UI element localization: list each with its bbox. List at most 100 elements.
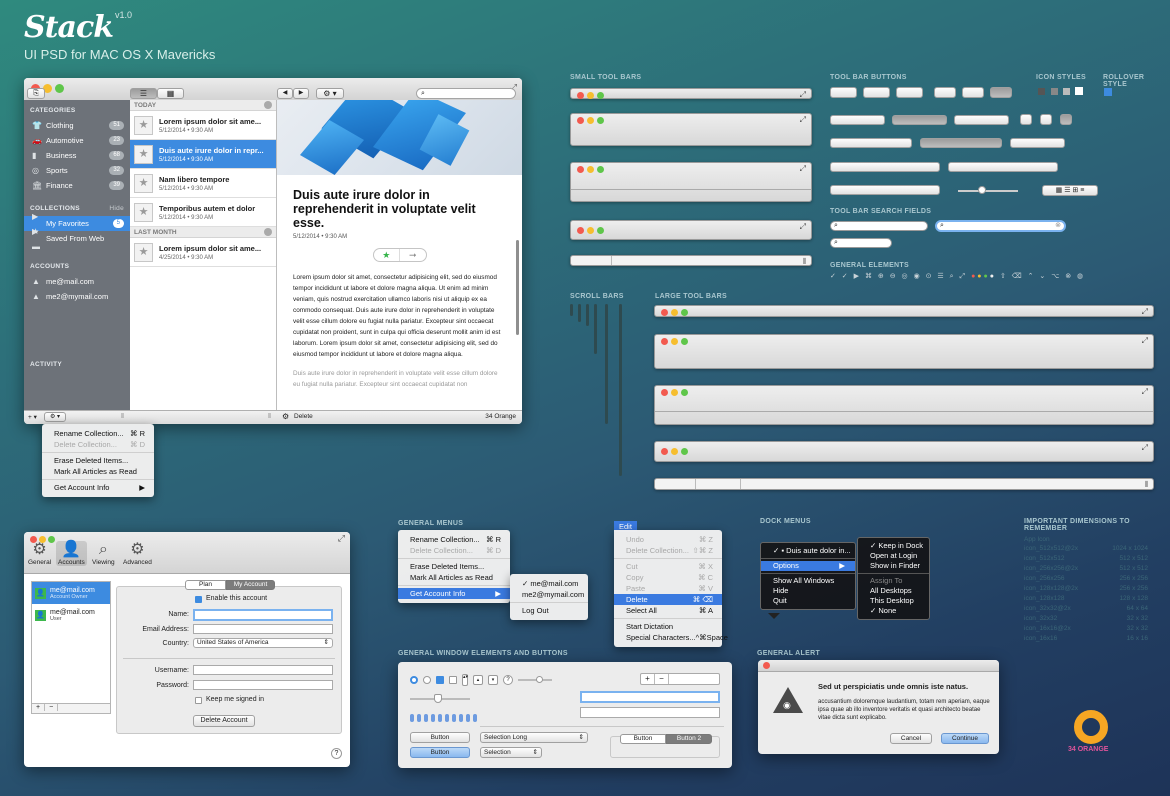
segmented-button[interactable] bbox=[830, 162, 940, 172]
sidebar-item-business[interactable]: ▮ Business 68 bbox=[24, 148, 130, 163]
segmented-button[interactable] bbox=[830, 115, 885, 125]
segment-my-account[interactable]: My Account bbox=[226, 580, 275, 590]
menu-item[interactable]: Get Account Info ▶ bbox=[42, 482, 154, 493]
tab-advanced[interactable]: ⚙ Advanced bbox=[123, 541, 152, 566]
scrollbar-4[interactable] bbox=[594, 304, 597, 354]
menu-item[interactable]: Rename Collection... ⌘ R bbox=[398, 534, 510, 545]
sidebar-item-automotive[interactable]: 🚗 Automotive 23 bbox=[24, 133, 130, 148]
fullscreen-icon[interactable]: ⤢ bbox=[338, 533, 345, 544]
delete-account-button[interactable]: Delete Account bbox=[193, 715, 255, 727]
star-icon[interactable]: ★ bbox=[134, 242, 153, 262]
plus-button[interactable]: + bbox=[641, 674, 655, 684]
menu-item[interactable]: Mark All Articles as Read bbox=[398, 572, 510, 583]
menu-item[interactable]: This Desktop bbox=[858, 596, 929, 606]
scrollbar-5[interactable] bbox=[605, 304, 608, 424]
fullscreen-icon[interactable]: ⤢ bbox=[800, 164, 806, 174]
list-item[interactable]: ★ Nam libero tempore 5/12/2014 • 9:30 AM bbox=[130, 169, 276, 198]
slider-ticks[interactable] bbox=[410, 694, 470, 703]
scrollbar-6[interactable] bbox=[619, 304, 622, 476]
collection-item[interactable]: ▶ ▬ Saved From Web bbox=[24, 227, 130, 251]
scrollbar-3[interactable] bbox=[586, 304, 589, 326]
stepper[interactable]: ▴▾ bbox=[462, 674, 468, 686]
menu-item[interactable]: ✓ None bbox=[858, 606, 929, 616]
segmented-button[interactable] bbox=[892, 115, 947, 125]
collections-hide-link[interactable]: Hide bbox=[109, 198, 124, 216]
list-item[interactable]: ★ Lorem ipsum dolor sit ame... 5/12/2014 •… bbox=[130, 111, 276, 140]
search-field-focused[interactable]: ⌕ ⊗ bbox=[935, 220, 1066, 232]
star-icon[interactable]: ★ bbox=[134, 202, 153, 222]
collapse-icon[interactable] bbox=[264, 228, 272, 236]
account-item[interactable]: ▲ me@mail.com bbox=[24, 274, 130, 289]
segmented-button[interactable] bbox=[830, 138, 912, 148]
grid-view-button[interactable]: ▦ bbox=[157, 88, 184, 99]
push-button[interactable]: Button bbox=[410, 732, 470, 743]
help-icon[interactable]: ? bbox=[503, 675, 513, 685]
radio-selected[interactable] bbox=[410, 676, 418, 684]
popup-arrow-button[interactable]: ▴ bbox=[473, 675, 483, 685]
back-button[interactable]: ◀ bbox=[277, 88, 293, 99]
popup-selection[interactable]: Selection ⇕ bbox=[480, 747, 542, 758]
toolbar-button[interactable] bbox=[1040, 114, 1052, 125]
tab-general[interactable]: ⚙ General bbox=[28, 541, 51, 566]
fullscreen-icon[interactable]: ⤢ bbox=[800, 90, 806, 100]
cancel-button[interactable]: Cancel bbox=[890, 733, 932, 744]
fullscreen-icon[interactable]: ⤢ bbox=[800, 115, 806, 125]
radio-unselected[interactable] bbox=[423, 676, 431, 684]
continue-button[interactable]: Continue bbox=[941, 733, 989, 744]
account-item[interactable]: ▲ me2@mymail.com bbox=[24, 289, 130, 304]
favorite-star-icon[interactable]: ★ bbox=[374, 249, 400, 261]
popup-button[interactable] bbox=[830, 87, 857, 98]
text-field-focused[interactable] bbox=[580, 691, 720, 703]
view-toggle-button[interactable]: ▦ ☰ ⊞ ≡ bbox=[1042, 185, 1098, 196]
fullscreen-icon[interactable]: ⤢ bbox=[800, 222, 806, 232]
menu-item[interactable]: Rename Collection... ⌘ R bbox=[42, 428, 154, 439]
sidebar-item-finance[interactable]: 🏛 Finance 39 bbox=[24, 178, 130, 193]
help-button[interactable]: ? bbox=[331, 748, 342, 759]
sidebar-item-sports[interactable]: ◎ Sports 32 bbox=[24, 163, 130, 178]
fullscreen-icon[interactable]: ⤢ bbox=[1142, 387, 1148, 397]
account-list-item[interactable]: 👤 me@mail.com Account Owner bbox=[32, 582, 110, 604]
toolbar-button[interactable] bbox=[1020, 114, 1032, 125]
menu-item[interactable]: Mark All Articles as Read bbox=[42, 466, 154, 477]
resize-handle-icon[interactable]: ⦀ bbox=[802, 257, 806, 267]
menu-item[interactable]: ✓ Keep in Dock bbox=[858, 541, 929, 551]
clear-icon[interactable]: ⊗ bbox=[1055, 222, 1061, 230]
popup-arrow-button[interactable]: ▾ bbox=[488, 675, 498, 685]
forward-button[interactable]: ▶ bbox=[293, 88, 309, 99]
segmented-button[interactable] bbox=[1010, 138, 1065, 148]
menu-item[interactable]: Options ▶ bbox=[761, 561, 855, 571]
menu-item[interactable]: Delete ⌘ ⌫ bbox=[614, 594, 722, 605]
resize-handle-icon[interactable]: ⦀ bbox=[1144, 480, 1148, 490]
menu-item[interactable]: Get Account Info ▶ bbox=[398, 588, 510, 599]
resize-handle-icon[interactable]: ⦀ bbox=[121, 413, 124, 421]
menu-item[interactable]: All Desktops bbox=[858, 586, 929, 596]
popup-selection-long[interactable]: Selection Long ⇕ bbox=[480, 732, 588, 743]
segmented-button[interactable] bbox=[920, 138, 1002, 148]
password-field[interactable] bbox=[193, 680, 333, 690]
account-list-item[interactable]: 👤 me@mail.com User bbox=[32, 604, 110, 626]
collapse-icon[interactable] bbox=[264, 101, 272, 109]
slider-knob[interactable] bbox=[978, 186, 986, 194]
menu-item[interactable]: Select All ⌘ A bbox=[614, 605, 722, 616]
username-field[interactable] bbox=[193, 665, 333, 675]
sidebar-item-clothing[interactable]: 👕 Clothing 51 bbox=[24, 118, 130, 133]
list-item[interactable]: ★ Lorem ipsum dolor sit ame... 4/25/2014 •… bbox=[130, 238, 276, 267]
keep-signed-checkbox[interactable] bbox=[195, 697, 202, 704]
menu-item[interactable]: Erase Deleted Items... bbox=[398, 561, 510, 572]
star-icon[interactable]: ★ bbox=[134, 173, 153, 193]
slider-small[interactable] bbox=[518, 676, 552, 683]
slider[interactable] bbox=[958, 190, 1018, 192]
menu-item[interactable]: Hide bbox=[761, 586, 855, 596]
list-item[interactable]: ★ Duis aute irure dolor in repr... 5/12/20… bbox=[130, 140, 276, 169]
search-field-small[interactable]: ⌕ bbox=[830, 221, 928, 231]
minus-button[interactable]: − bbox=[655, 674, 669, 684]
article-scrollbar[interactable] bbox=[516, 240, 519, 335]
popup-button[interactable] bbox=[863, 87, 890, 98]
menu-item[interactable]: ✓ ▪ Duis aute dolor in... bbox=[761, 546, 855, 556]
action-button[interactable]: ⚙ ▾ bbox=[316, 88, 344, 99]
name-field[interactable] bbox=[193, 609, 333, 621]
compose-button[interactable]: ⎘ bbox=[27, 88, 45, 99]
scrollbar-2[interactable] bbox=[578, 304, 581, 322]
menu-item[interactable]: Show All Windows bbox=[761, 576, 855, 586]
search-field[interactable]: ⌕ bbox=[416, 88, 516, 99]
